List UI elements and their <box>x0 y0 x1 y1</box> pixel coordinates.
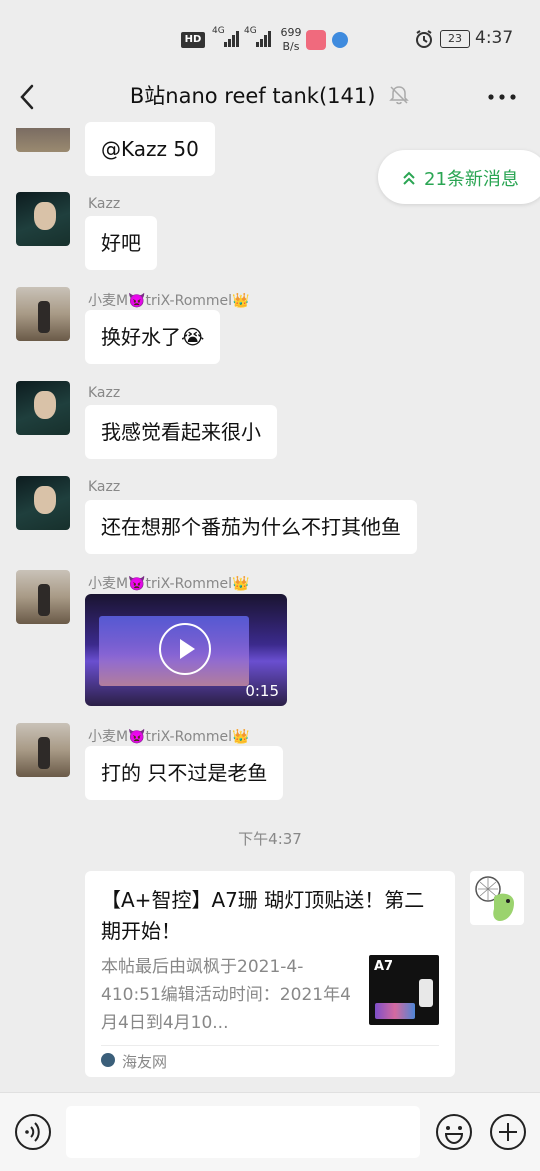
message-bubble[interactable]: 打的 只不过是老鱼 <box>85 746 284 800</box>
avatar[interactable] <box>16 570 70 624</box>
app-notification-icon <box>306 30 326 50</box>
link-card[interactable]: 【A+智控】A7珊 瑚灯顶贴送！第二期开始！ 本帖最后由飒枫于2021-4-41… <box>85 871 455 1077</box>
play-icon <box>180 639 195 659</box>
signal-icon: 4G <box>244 26 272 48</box>
mute-bell-icon <box>389 86 409 105</box>
input-bar <box>0 1092 540 1171</box>
alarm-icon <box>414 29 434 49</box>
link-card-description: 本帖最后由飒枫于2021-4-410:51编辑活动时间：2021年4月4日到4月… <box>101 957 351 1033</box>
avatar[interactable] <box>16 476 70 530</box>
app-notification-icon <box>332 32 348 48</box>
message-bubble[interactable]: 好吧 <box>85 216 157 270</box>
clock: 4:37 <box>475 28 514 48</box>
add-button[interactable] <box>489 1113 527 1151</box>
avatar[interactable] <box>470 871 524 925</box>
battery-icon: 23 <box>440 30 470 48</box>
plus-icon <box>490 1114 526 1150</box>
message-input[interactable] <box>66 1106 420 1158</box>
signal-icon: 4G <box>212 26 240 48</box>
link-card-title: 【A+智控】A7珊 瑚灯顶贴送！第二期开始！ <box>101 888 425 943</box>
sender-name: Kazz <box>88 479 121 495</box>
video-duration: 0:15 <box>245 682 279 700</box>
time-separator: 下午4:37 <box>238 830 302 848</box>
sender-name: 小麦M👿triX-Rommel👑 <box>88 293 250 309</box>
avatar[interactable] <box>16 287 70 341</box>
double-chevron-up-icon <box>403 171 415 185</box>
emoji-icon <box>436 1114 472 1150</box>
voice-button[interactable] <box>14 1113 52 1151</box>
hd-badge: HD <box>181 32 205 48</box>
dinosaur-avatar-icon <box>475 876 514 921</box>
chat-header: B站nano reef tank(141) <box>0 66 540 128</box>
voice-icon <box>15 1114 51 1150</box>
divider <box>101 1045 439 1046</box>
more-dots-icon <box>488 94 516 100</box>
emoji-button[interactable] <box>435 1113 473 1151</box>
net-speed: 699 B/s <box>280 26 302 53</box>
more-options-button[interactable] <box>486 84 518 110</box>
link-card-thumbnail: A7 <box>369 955 439 1025</box>
link-card-source: 海友网 <box>122 1053 168 1071</box>
page-title: B站nano reef tank(141) <box>0 80 540 110</box>
play-button[interactable] <box>159 623 211 675</box>
sender-name: Kazz <box>88 385 121 401</box>
sender-name: 小麦M👿triX-Rommel👑 <box>88 729 250 745</box>
avatar[interactable] <box>16 723 70 777</box>
message-bubble[interactable]: 还在想那个番茄为什么不打其他鱼 <box>85 500 417 554</box>
avatar[interactable] <box>16 128 70 152</box>
message-bubble[interactable]: 换好水了😭 <box>85 310 221 364</box>
message-bubble[interactable]: @Kazz 50 <box>85 122 215 176</box>
message-bubble[interactable]: 我感觉看起来很小 <box>85 405 277 459</box>
video-message[interactable]: 0:15 <box>85 594 287 706</box>
source-icon <box>101 1053 115 1067</box>
new-messages-button[interactable]: 21条新消息 <box>378 150 540 204</box>
avatar[interactable] <box>16 192 70 246</box>
sender-name: Kazz <box>88 196 121 212</box>
new-messages-label: 21条新消息 <box>424 169 519 190</box>
avatar[interactable] <box>16 381 70 435</box>
sender-name: 小麦M👿triX-Rommel👑 <box>88 576 250 592</box>
